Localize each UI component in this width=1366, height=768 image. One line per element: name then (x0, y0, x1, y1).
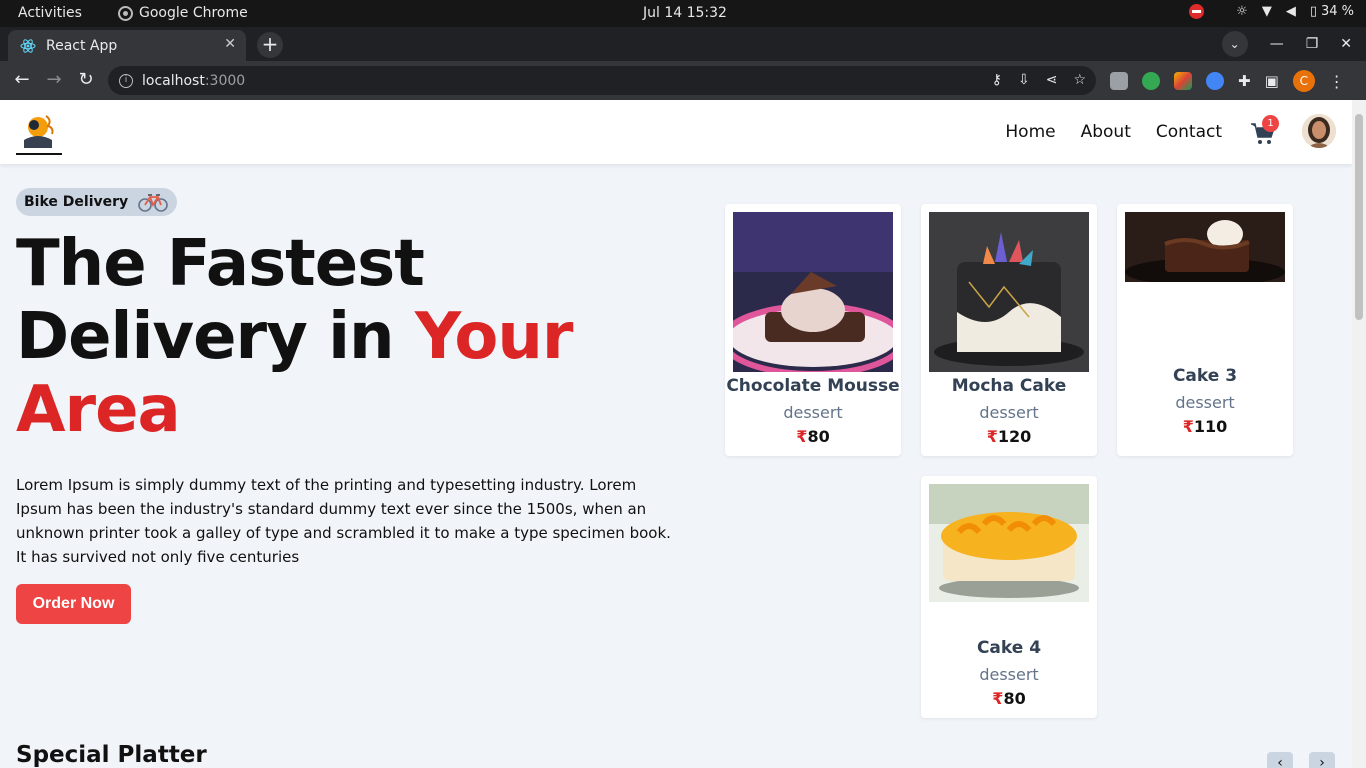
product-name: Cake 3 (1172, 366, 1238, 386)
cake-3-image (1125, 212, 1285, 282)
title-highlight-area: Area (16, 373, 181, 447)
install-icon[interactable]: ⇩ (1018, 72, 1030, 88)
site-logo[interactable] (16, 110, 62, 156)
reload-button[interactable]: ↻ (74, 69, 98, 90)
puzzle-icon[interactable]: ✚ (1238, 72, 1251, 90)
battery-percent: 34 % (1320, 4, 1354, 19)
cart-count-badge: 1 (1262, 115, 1279, 132)
globe-extension-icon[interactable] (1206, 72, 1224, 90)
menu-icon[interactable]: ⋮ (1329, 72, 1345, 91)
nav-home[interactable]: Home (1005, 122, 1055, 142)
rupee-symbol: ₹ (1182, 417, 1194, 436)
product-name: Mocha Cake (951, 376, 1067, 396)
battery-icon: ▯ (1309, 4, 1317, 19)
url-host: localhost (142, 72, 205, 89)
chocolate-mousse-image (733, 212, 893, 372)
restore-button[interactable]: ❐ (1306, 36, 1319, 52)
app-name: Google Chrome (139, 5, 248, 21)
site-info-icon[interactable]: i (119, 73, 133, 88)
os-top-bar: Activities Google Chrome Jul 14 15:32 ☼ … (0, 0, 1366, 27)
price-value: 110 (1193, 417, 1228, 436)
badge-label: Bike Delivery (24, 194, 129, 210)
target-extension-icon[interactable] (1142, 72, 1160, 90)
product-price: ₹120 (921, 427, 1097, 446)
hero-description: Lorem Ipsum is simply dummy text of the … (16, 476, 671, 566)
tab-strip: React App ✕ + ⌄ — ❐ ✕ (0, 27, 1366, 61)
camera-extension-icon[interactable] (1110, 72, 1128, 90)
new-tab-button[interactable]: + (257, 32, 283, 58)
window-controls: ⌄ — ❐ ✕ (1221, 27, 1366, 61)
product-name: Cake 4 (976, 638, 1042, 658)
bike-delivery-badge: Bike Delivery (16, 188, 178, 216)
product-category: dessert (1175, 393, 1235, 412)
react-icon (20, 38, 36, 53)
product-name: Chocolate Mousse (726, 376, 900, 396)
product-price: ₹80 (921, 689, 1097, 708)
product-price: ₹110 (1117, 417, 1293, 436)
web-page: Home About Contact 1 Bike Delivery The F… (0, 100, 1352, 768)
product-category: dessert (979, 403, 1039, 422)
do-not-disturb-icon (1189, 4, 1205, 19)
forward-button[interactable]: → (42, 69, 66, 90)
profile-avatar[interactable]: C (1292, 70, 1315, 92)
bicycle-icon (138, 194, 168, 212)
tab-search-button[interactable]: ⌄ (1221, 31, 1248, 57)
tab-title: React App (46, 37, 118, 54)
product-card[interactable]: Chocolate Mousse dessert ₹80 (725, 204, 901, 456)
sidebar-icon[interactable]: ▣ (1265, 72, 1279, 90)
bookmark-star-icon[interactable]: ☆ (1073, 72, 1086, 88)
main-nav: Home About Contact (1005, 122, 1222, 142)
product-price: ₹80 (725, 427, 901, 446)
order-now-button[interactable]: Order Now (16, 584, 131, 624)
volume-icon: ◀ (1285, 4, 1296, 19)
back-button[interactable]: ← (10, 69, 34, 90)
special-platter-heading: Special Platter (16, 742, 207, 768)
nav-about[interactable]: About (1081, 122, 1131, 142)
price-value: 80 (1003, 689, 1026, 708)
hero-title: The Fastest Delivery in Your Area (16, 228, 676, 447)
user-avatar[interactable] (1302, 114, 1336, 148)
mocha-cake-image (929, 212, 1089, 372)
product-card[interactable]: Mocha Cake dessert ₹120 (921, 204, 1097, 456)
nav-contact[interactable]: Contact (1156, 122, 1222, 142)
price-value: 120 (997, 427, 1032, 446)
address-bar[interactable]: i localhost:3000 ⚷ ⇩ ⋖ ☆ (108, 66, 1096, 95)
url-port: :3000 (204, 72, 246, 89)
price-value: 80 (807, 427, 830, 446)
tab-react-app[interactable]: React App ✕ (8, 30, 246, 61)
title-line-2: Delivery in (16, 300, 415, 374)
brightness-icon: ☼ (1236, 4, 1248, 19)
minimize-button[interactable]: — (1270, 36, 1284, 52)
extensions-area: ✚ ▣ C ⋮ (1110, 70, 1345, 92)
product-category: dessert (783, 403, 843, 422)
prev-arrow-button[interactable]: ‹ (1267, 752, 1293, 768)
close-tab-icon[interactable]: ✕ (224, 36, 236, 52)
color-extension-icon[interactable] (1174, 72, 1192, 90)
wifi-icon: ▼ (1261, 4, 1272, 19)
key-icon[interactable]: ⚷ (992, 72, 1002, 88)
title-line-1: The Fastest (16, 227, 425, 301)
rupee-symbol: ₹ (796, 427, 808, 446)
app-menu[interactable]: Google Chrome (118, 5, 248, 21)
title-highlight-your: Your (414, 300, 574, 374)
product-card[interactable]: Cake 4 dessert ₹80 (921, 476, 1097, 718)
product-category: dessert (979, 665, 1039, 684)
share-icon[interactable]: ⋖ (1046, 72, 1058, 88)
browser-toolbar: ← → ↻ i localhost:3000 ⚷ ⇩ ⋖ ☆ ✚ ▣ C ⋮ (0, 61, 1366, 100)
site-header: Home About Contact 1 (0, 100, 1352, 164)
scrollbar-thumb[interactable] (1355, 114, 1363, 320)
clock[interactable]: Jul 14 15:32 (643, 5, 727, 21)
next-arrow-button[interactable]: › (1309, 752, 1335, 768)
rupee-symbol: ₹ (986, 427, 998, 446)
close-window-button[interactable]: ✕ (1340, 36, 1352, 52)
hero-section: Bike Delivery The Fastest Delivery in Yo… (16, 188, 676, 624)
page-scrollbar[interactable] (1352, 100, 1366, 768)
cake-4-image (929, 484, 1089, 602)
system-tray[interactable]: ☼ ▼ ◀ ▯ 34 % (1189, 4, 1354, 19)
rupee-symbol: ₹ (992, 689, 1004, 708)
activities-button[interactable]: Activities (18, 5, 82, 21)
chrome-icon (118, 5, 133, 21)
product-card[interactable]: Cake 3 dessert ₹110 (1117, 204, 1293, 456)
